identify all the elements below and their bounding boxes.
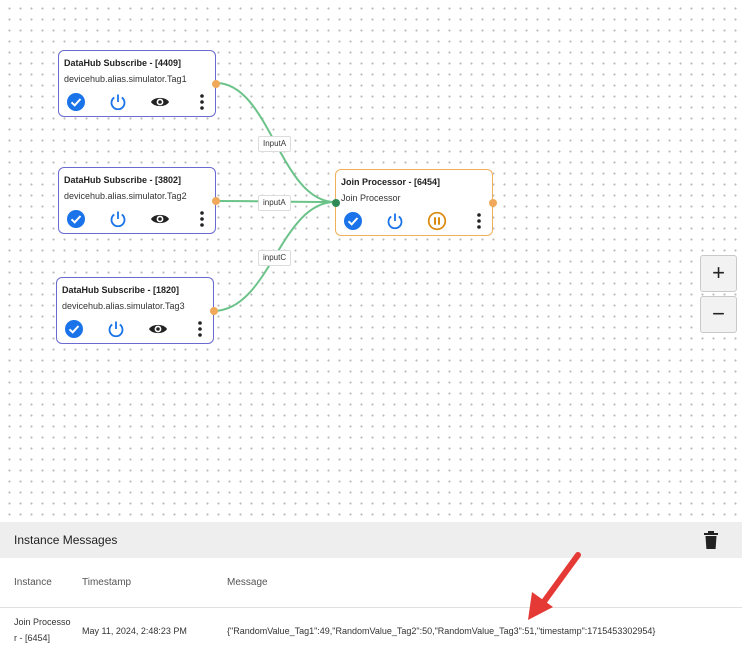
arrow-annotation (528, 552, 581, 620)
